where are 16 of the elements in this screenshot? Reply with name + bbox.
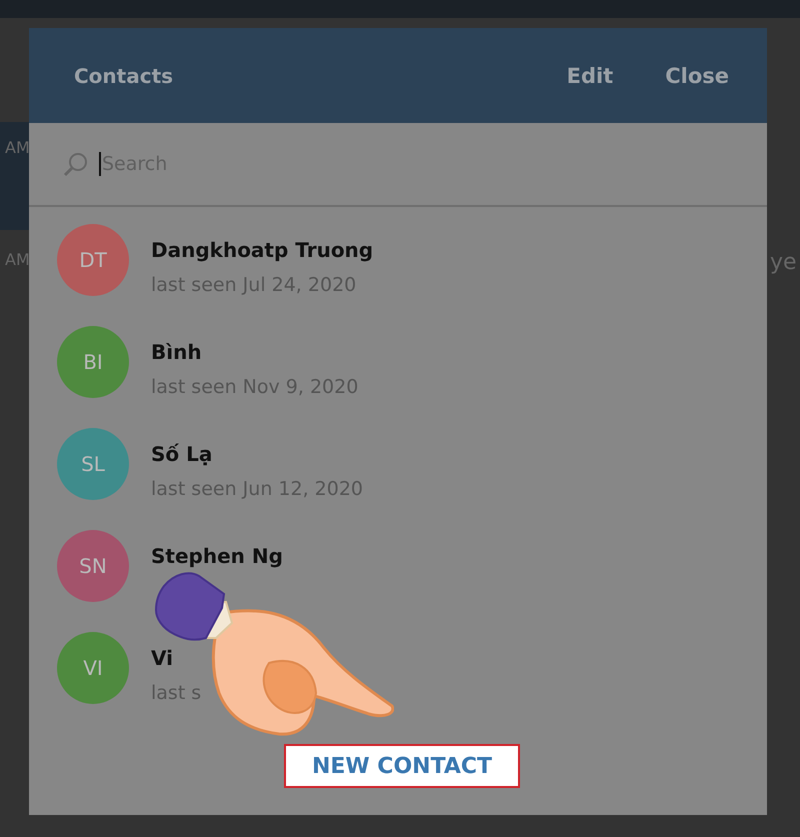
new-contact-button[interactable]: NEW CONTACT: [284, 744, 520, 788]
search-icon: [63, 151, 89, 177]
avatar: SN: [57, 530, 129, 602]
contact-name[interactable]: Bình: [151, 340, 358, 364]
avatar: DT: [57, 224, 129, 296]
contact-name[interactable]: Vi: [151, 646, 202, 670]
edit-button[interactable]: Edit: [566, 64, 614, 88]
avatar: SL: [57, 428, 129, 500]
avatar: BI: [57, 326, 129, 398]
contact-name[interactable]: Số Lạ: [151, 442, 364, 466]
background-text: AM: [4, 138, 29, 157]
contact-name[interactable]: Stephen Ng: [151, 544, 283, 568]
close-button[interactable]: Close: [665, 64, 729, 88]
dialog-title: Contacts: [74, 64, 174, 88]
avatar: VI: [57, 632, 129, 704]
contact-name[interactable]: Dangkhoatp Truong: [151, 238, 374, 262]
